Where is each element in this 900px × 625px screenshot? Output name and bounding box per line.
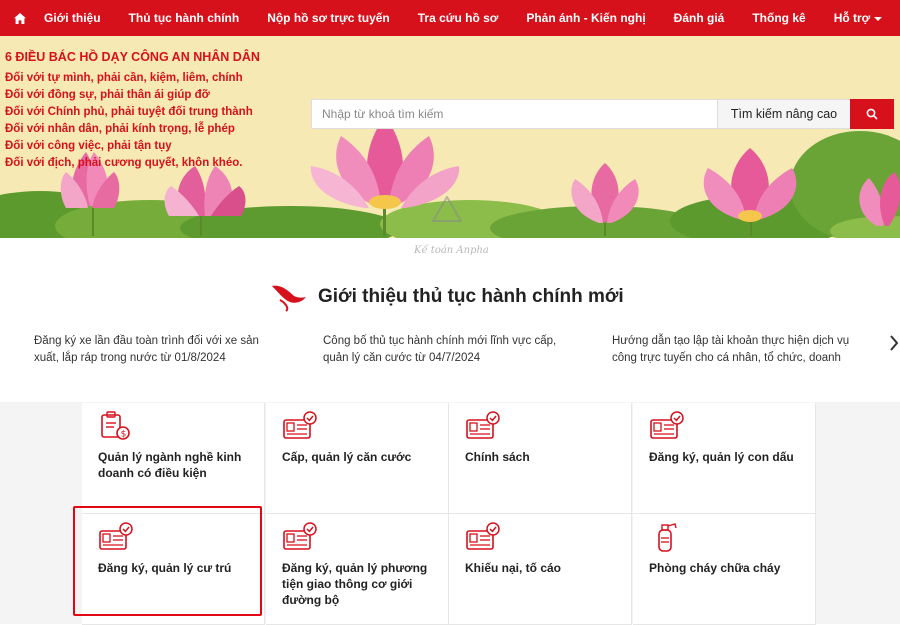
advanced-search-button[interactable]: Tìm kiếm nâng cao bbox=[717, 100, 850, 128]
teaching-line: Đối với đồng sự, phải thân ái giúp đỡ bbox=[5, 89, 210, 101]
category-card[interactable]: $ Quản lý ngành nghề kinh doanh có điều … bbox=[82, 403, 265, 514]
news-link[interactable]: Đăng ký xe lần đầu toàn trình đối với xe… bbox=[34, 333, 284, 367]
search-button[interactable] bbox=[850, 99, 894, 129]
nav-tra-cuu-ho-so[interactable]: Tra cứu hồ sơ bbox=[418, 11, 499, 25]
id-card-icon bbox=[650, 411, 684, 439]
chevron-down-icon bbox=[874, 16, 883, 21]
category-card[interactable]: Đăng ký, quản lý phương tiện giao thông … bbox=[266, 514, 449, 625]
id-card-icon bbox=[466, 411, 500, 439]
news-link[interactable]: Công bố thủ tục hành chính mới lĩnh vực … bbox=[323, 333, 573, 367]
teachings-title: 6 ĐIỀU BÁC HỒ DẠY CÔNG AN NHÂN DÂN bbox=[5, 50, 260, 64]
ho-chi-minh-teachings: 6 ĐIỀU BÁC HỒ DẠY CÔNG AN NHÂN DÂN Đối v… bbox=[5, 50, 260, 172]
category-card[interactable]: Chính sách bbox=[449, 403, 632, 514]
teaching-line: Đối với nhân dân, phải kính trọng, lễ ph… bbox=[5, 123, 235, 135]
nav-ho-tro[interactable]: Hỗ trợ bbox=[834, 11, 883, 25]
search-bar: Tìm kiếm nâng cao bbox=[311, 99, 894, 129]
fire-extinguisher-icon bbox=[658, 523, 677, 552]
category-card[interactable]: Khiếu nại, tố cáo bbox=[449, 514, 632, 625]
category-card[interactable]: Đăng ký, quản lý con dấu bbox=[633, 403, 816, 514]
nav-ho-tro-label: Hỗ trợ bbox=[833, 11, 871, 25]
category-label: Chính sách bbox=[465, 450, 530, 464]
teaching-line: Đối với Chính phủ, phải tuyệt đối trung … bbox=[5, 106, 253, 118]
new-procedures-heading: Giới thiệu thủ tục hành chính mới bbox=[270, 282, 624, 312]
category-label: Đăng ký, quản lý con dấu bbox=[649, 450, 794, 464]
teaching-line: Đối với công việc, phải tận tụy bbox=[5, 140, 172, 152]
nav-gioi-thieu[interactable]: Giới thiệu bbox=[44, 11, 101, 25]
section-title: Giới thiệu thủ tục hành chính mới bbox=[318, 286, 624, 307]
watermark-logo: Kế toán Anpha bbox=[412, 238, 502, 260]
id-card-icon bbox=[466, 522, 500, 550]
top-navbar: Giới thiệu Thủ tục hành chính Nộp hồ sơ … bbox=[0, 0, 900, 36]
nav-thong-ke[interactable]: Thống kê bbox=[752, 11, 805, 25]
id-card-icon bbox=[99, 522, 133, 550]
chevron-right-icon[interactable] bbox=[888, 333, 900, 353]
category-label: Đăng ký, quản lý phương tiện giao thông … bbox=[282, 561, 428, 607]
watermark-triangle-icon bbox=[432, 196, 462, 222]
category-label: Đăng ký, quản lý cư trú bbox=[98, 561, 232, 575]
category-label: Khiếu nại, tố cáo bbox=[465, 561, 562, 575]
svg-text:$: $ bbox=[121, 430, 127, 440]
teaching-line: Đối với địch, phải cương quyết, khôn khé… bbox=[5, 157, 243, 169]
nav-nop-ho-so[interactable]: Nộp hồ sơ trực tuyến bbox=[267, 11, 390, 25]
nav-danh-gia[interactable]: Đánh giá bbox=[674, 11, 725, 25]
crane-logo-icon bbox=[272, 285, 306, 312]
news-link[interactable]: Hướng dẫn tạo lập tài khoản thực hiện dị… bbox=[612, 333, 862, 367]
id-card-icon bbox=[283, 411, 317, 439]
home-icon[interactable] bbox=[12, 10, 28, 26]
id-card-icon bbox=[283, 522, 317, 550]
category-label: Phòng cháy chữa cháy bbox=[649, 561, 781, 575]
nav-phan-anh-kien-nghi[interactable]: Phản ánh - Kiến nghị bbox=[526, 11, 645, 25]
nav-thu-tuc-hanh-chinh[interactable]: Thủ tục hành chính bbox=[129, 11, 240, 25]
watermark-text: Kế toán Anpha bbox=[413, 245, 489, 256]
search-icon bbox=[866, 108, 878, 120]
category-card[interactable]: Phòng cháy chữa cháy bbox=[633, 514, 816, 625]
category-card[interactable]: Cấp, quản lý căn cước bbox=[266, 403, 449, 514]
category-label: Cấp, quản lý căn cước bbox=[282, 450, 412, 464]
category-card[interactable]: Đăng ký, quản lý cư trú bbox=[82, 514, 265, 625]
search-input[interactable] bbox=[312, 100, 717, 128]
business-license-icon: $ bbox=[101, 411, 130, 440]
category-label: Quản lý ngành nghề kinh doanh có điều ki… bbox=[98, 450, 242, 480]
teaching-line: Đối với tự mình, phải cần, kiệm, liêm, c… bbox=[5, 72, 243, 84]
